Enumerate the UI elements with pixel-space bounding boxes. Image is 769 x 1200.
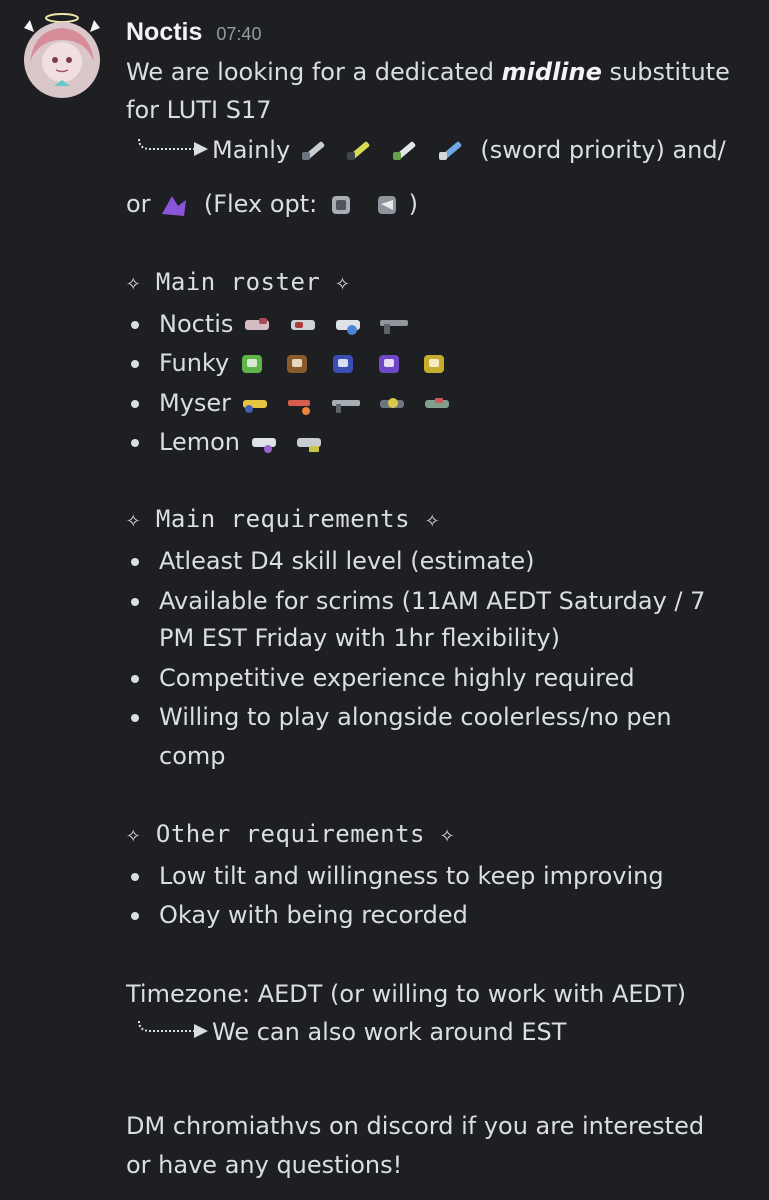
timezone-reply-line: We can also work around EST xyxy=(136,1014,566,1051)
weapon-icon xyxy=(421,389,453,419)
requirement-item-continued: PM EST Friday with 1hr flexibility) xyxy=(159,624,560,652)
roster-item: Myser xyxy=(159,385,459,421)
message-line-mainly: Mainly (sword priority) and/ xyxy=(136,132,726,169)
roster-item: Lemon xyxy=(159,424,331,460)
flex-mid: (Flex opt: xyxy=(203,190,318,218)
intro-text: We are looking for a dedicated xyxy=(126,58,502,86)
roster-item: Noctis xyxy=(159,306,416,342)
roster-name: Noctis xyxy=(159,310,234,338)
mainly-suffix: (sword priority) and/ xyxy=(480,136,726,164)
weapon-icon xyxy=(371,190,403,220)
weapon-icon xyxy=(328,349,360,379)
dm-line-2: or have any questions! xyxy=(126,1151,403,1179)
weapon-icon xyxy=(343,136,375,166)
bullet-icon xyxy=(131,321,139,329)
message-line-intro-2: for LUTI S17 xyxy=(126,96,272,124)
roster-heading: ✧ Main roster ✧ xyxy=(126,268,351,296)
weapon-icon xyxy=(241,310,273,340)
weapon-icon xyxy=(298,136,330,166)
weapon-icon xyxy=(293,428,325,458)
author-name[interactable]: Noctis xyxy=(126,18,202,47)
weapon-icon xyxy=(376,389,408,419)
bullet-icon xyxy=(131,714,139,722)
weapon-icon xyxy=(435,136,467,166)
reply-arrow-icon xyxy=(136,133,212,169)
other-requirement-item: Low tilt and willingness to keep improvi… xyxy=(159,862,664,890)
roster-name: Funky xyxy=(159,349,230,377)
mainly-label: Mainly xyxy=(212,136,291,164)
requirement-item-continued: comp xyxy=(159,742,226,770)
weapon-icon xyxy=(284,389,316,419)
roster-name: Lemon xyxy=(159,428,240,456)
requirement-item: Competitive experience highly required xyxy=(159,664,635,692)
weapon-icon xyxy=(378,310,410,340)
roster-item: Funky xyxy=(159,345,457,381)
message-timestamp[interactable]: 07:40 xyxy=(216,24,261,45)
avatar[interactable] xyxy=(20,10,104,98)
message-line-flex: or (Flex opt: ) xyxy=(126,186,418,222)
other-requirements-heading: ✧ Other requirements ✧ xyxy=(126,820,455,848)
bullet-icon xyxy=(131,598,139,606)
message-header: Noctis 07:40 xyxy=(126,18,261,48)
weapon-icon xyxy=(419,349,451,379)
weapon-icon xyxy=(237,349,269,379)
intro-text-rest: substitute xyxy=(601,58,730,86)
weapon-icon xyxy=(325,190,357,220)
requirement-item: Willing to play alongside coolerless/no … xyxy=(159,703,672,731)
bullet-icon xyxy=(131,873,139,881)
requirements-heading: ✧ Main requirements ✧ xyxy=(126,505,440,533)
weapon-icon xyxy=(389,136,421,166)
bullet-icon xyxy=(131,439,139,447)
requirement-item: Available for scrims (11AM AEDT Saturday… xyxy=(159,587,706,615)
roster-name: Myser xyxy=(159,389,232,417)
weapon-icon xyxy=(374,349,406,379)
bullet-icon xyxy=(131,675,139,683)
bullet-icon xyxy=(131,558,139,566)
reply-arrow-icon xyxy=(136,1015,212,1051)
intro-emphasis: midline xyxy=(501,58,602,86)
flex-close: ) xyxy=(408,190,418,218)
message-line-intro: We are looking for a dedicated midline s… xyxy=(126,54,730,90)
weapon-icon xyxy=(282,349,314,379)
weapon-icon xyxy=(239,389,271,419)
weapon-icon xyxy=(158,190,190,220)
weapon-icon xyxy=(330,389,362,419)
requirement-item: Atleast D4 skill level (estimate) xyxy=(159,547,535,575)
timezone-reply-text: We can also work around EST xyxy=(212,1018,567,1046)
weapon-icon xyxy=(332,310,364,340)
flex-prefix: or xyxy=(126,190,151,218)
weapon-icon xyxy=(287,310,319,340)
timezone-line: Timezone: AEDT (or willing to work with … xyxy=(126,980,687,1008)
bullet-icon xyxy=(131,912,139,920)
bullet-icon xyxy=(131,360,139,368)
weapon-icon xyxy=(248,428,280,458)
other-requirement-item: Okay with being recorded xyxy=(159,901,468,929)
dm-line: DM chromiathvs on discord if you are int… xyxy=(126,1112,705,1140)
bullet-icon xyxy=(131,400,139,408)
